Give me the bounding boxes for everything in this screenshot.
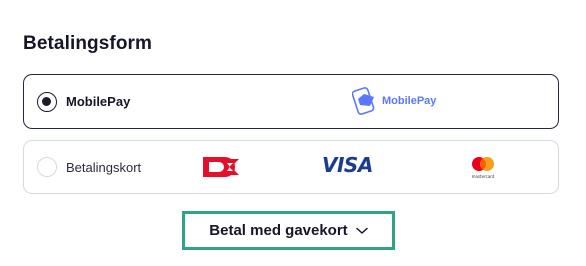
gift-card-label: Betal med gavekort	[209, 222, 348, 239]
radio-mobilepay[interactable]	[37, 91, 57, 112]
radio-selected-dot	[42, 96, 51, 106]
mobilepay-icon	[352, 87, 375, 115]
radio-card[interactable]	[37, 157, 57, 177]
payment-option-label: MobilePay	[66, 94, 131, 109]
mastercard-logo: mastercard	[468, 155, 498, 186]
chevron-down-icon	[355, 227, 368, 234]
mobilepay-logo: MobilePay	[352, 86, 436, 116]
page-title: Betalingsform	[23, 33, 153, 54]
dankort-logo	[201, 155, 241, 184]
payment-option-card[interactable]: Betalingskort VISA mastercard	[23, 140, 559, 194]
payment-option-label: Betalingskort	[66, 159, 142, 175]
visa-logo: VISA	[322, 153, 373, 177]
payment-option-mobilepay[interactable]: MobilePay MobilePay	[23, 74, 559, 129]
mastercard-logo-text: mastercard	[472, 174, 495, 179]
gift-card-button[interactable]: Betal med gavekort	[182, 211, 395, 250]
mobilepay-logo-text: MobilePay	[382, 95, 437, 107]
